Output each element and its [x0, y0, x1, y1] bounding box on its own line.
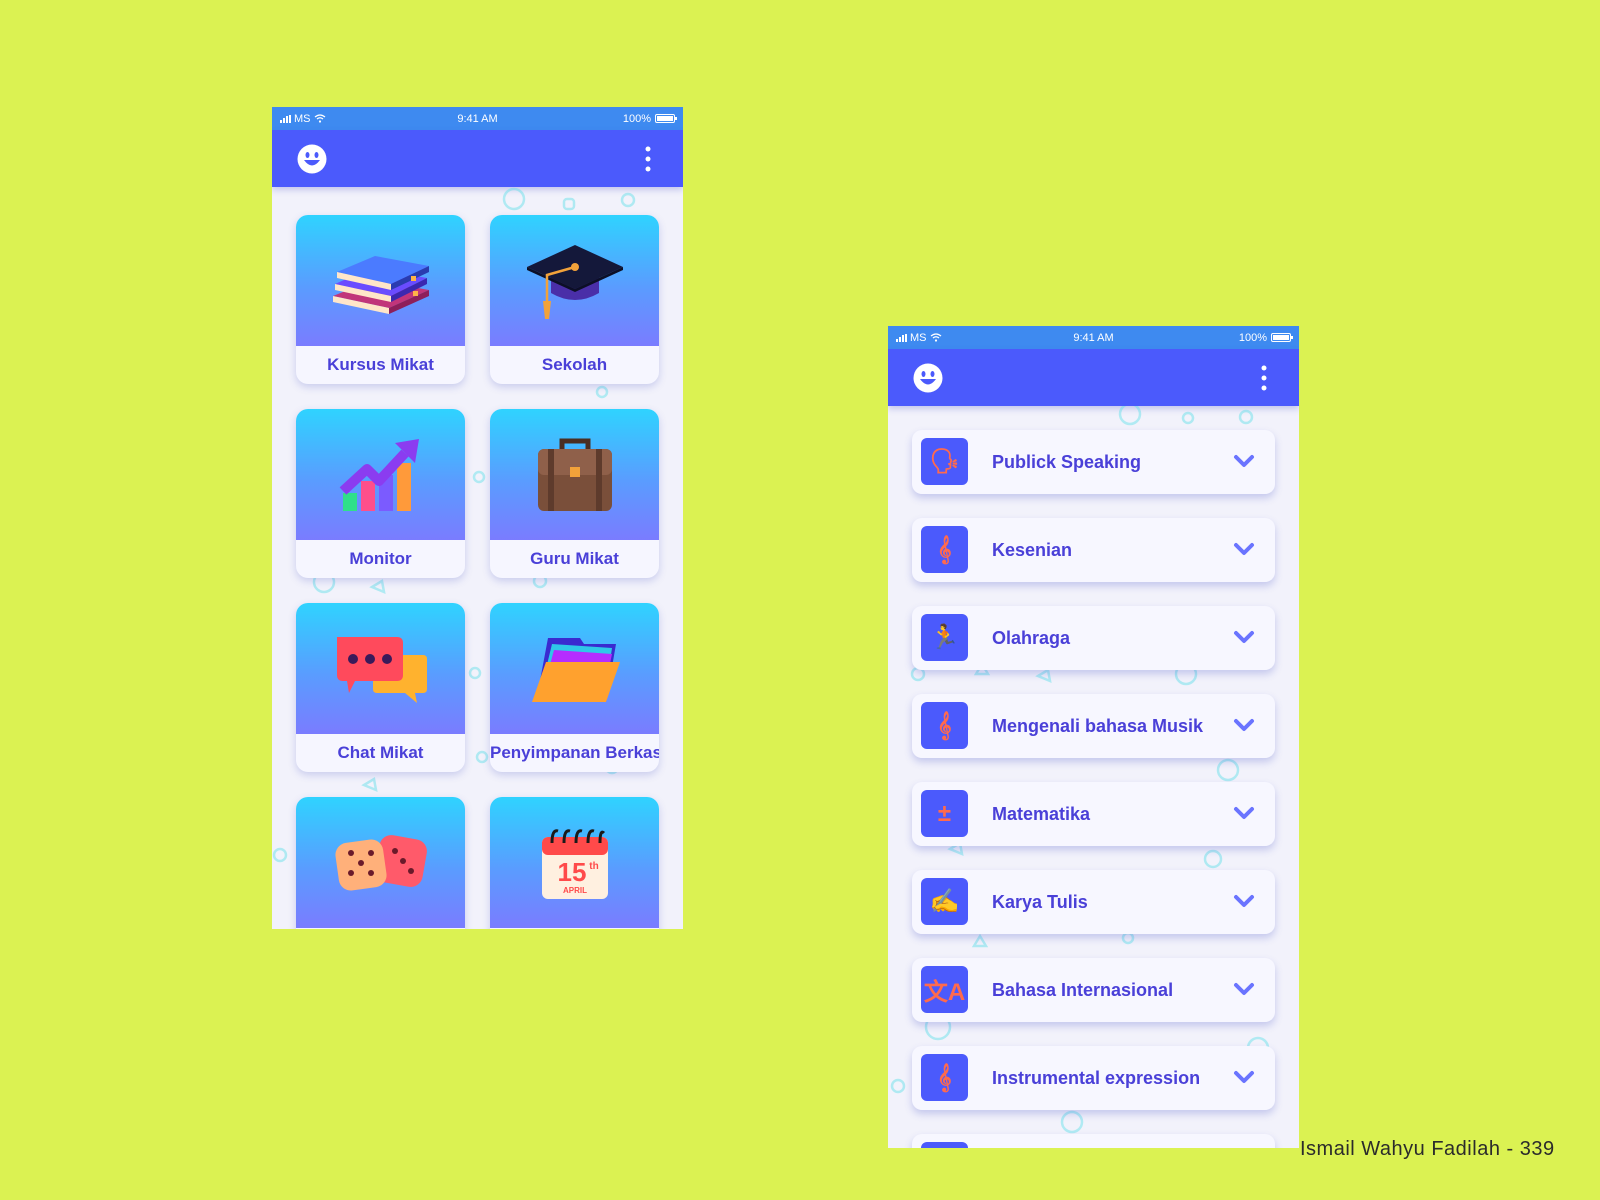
chevron-down-icon[interactable]: [1233, 894, 1255, 910]
menu-card-dice[interactable]: [296, 797, 465, 929]
menu-card-kursus-mikat[interactable]: Kursus Mikat: [296, 215, 465, 384]
category-row-mengenali-bahasa-musik[interactable]: 𝄞 Mengenali bahasa Musik: [912, 694, 1275, 758]
category-label: Olahraga: [992, 628, 1071, 648]
writing-hand-icon: ✍: [921, 878, 968, 925]
menu-card-penyimpanan-berkas[interactable]: Penyimpanan Berkas: [490, 603, 659, 772]
translate-icon: 文A: [921, 966, 968, 1013]
smiley-face-icon[interactable]: [913, 363, 943, 393]
books-icon: [332, 255, 429, 314]
category-row-kesenian[interactable]: 𝄞 Kesenian: [912, 518, 1275, 582]
treble-clef-icon: 𝄞: [921, 702, 968, 749]
clock: 9:41 AM: [457, 112, 498, 125]
chevron-down-icon[interactable]: [1233, 630, 1255, 646]
status-bar: MS 9:41 AM 100%: [272, 107, 683, 130]
calendar-day: 15: [557, 857, 586, 887]
menu-card-sekolah[interactable]: Sekolah: [490, 215, 659, 384]
math-operators-icon: ±: [921, 790, 968, 837]
category-icon: [921, 1142, 968, 1148]
carrier-label: MS: [294, 112, 311, 125]
carrier-label: MS: [910, 331, 927, 344]
chevron-down-icon[interactable]: [1233, 982, 1255, 998]
speaking-head-icon: 🗣: [921, 438, 968, 485]
category-label: Bahasa Internasional: [992, 980, 1174, 1000]
signal-icon: [280, 114, 291, 123]
menu-card-label: Chat Mikat: [337, 743, 424, 762]
chat-bubbles-icon: [336, 636, 427, 703]
menu-card-monitor[interactable]: Monitor: [296, 409, 465, 578]
designer-credit: Ismail Wahyu Fadilah - 339: [1300, 1138, 1555, 1160]
calendar-icon: 15 th APRIL: [541, 828, 608, 899]
app-bar: [888, 349, 1299, 406]
folder-icon: [531, 637, 620, 702]
category-label: Publick Speaking: [992, 452, 1142, 472]
battery-icon: [1271, 333, 1293, 342]
smiley-face-icon[interactable]: [297, 144, 327, 174]
more-vertical-icon[interactable]: [1261, 365, 1267, 391]
dice-icon: [334, 834, 427, 891]
category-row-matematika[interactable]: ± Matematika: [912, 782, 1275, 846]
category-row-partial[interactable]: [912, 1134, 1275, 1148]
category-label: Mengenali bahasa Musik: [992, 716, 1204, 736]
battery-percent: 100%: [622, 112, 651, 125]
category-label: Karya Tulis: [992, 892, 1088, 912]
graduation-cap-icon: [526, 244, 623, 319]
category-row-olahraga[interactable]: 🏃 Olahraga: [912, 606, 1275, 670]
status-bar: MS 9:41 AM 100%: [888, 326, 1299, 349]
menu-card-label: Sekolah: [541, 355, 608, 374]
category-label: Matematika: [992, 804, 1091, 824]
category-row-bahasa-internasional[interactable]: 文A Bahasa Internasional: [912, 958, 1275, 1022]
chevron-down-icon[interactable]: [1233, 806, 1255, 822]
calendar-month: APRIL: [563, 886, 587, 895]
chevron-down-icon[interactable]: [1233, 542, 1255, 558]
clock: 9:41 AM: [1073, 331, 1114, 344]
menu-card-label: Kursus Mikat: [327, 355, 434, 374]
category-row-karya-tulis[interactable]: ✍ Karya Tulis: [912, 870, 1275, 934]
chevron-down-icon[interactable]: [1233, 454, 1255, 470]
calendar-day-suffix: th: [589, 861, 598, 872]
category-label: Kesenian: [992, 540, 1073, 560]
growth-chart-icon: [339, 438, 419, 511]
briefcase-icon: [537, 438, 612, 511]
treble-clef-icon: 𝄞: [921, 526, 968, 573]
menu-card-label: Monitor: [349, 549, 412, 568]
category-label: Instrumental expression: [992, 1068, 1201, 1088]
menu-card-label: Guru Mikat: [530, 549, 619, 568]
menu-card-calendar[interactable]: 15 th APRIL: [490, 797, 659, 929]
app-bar: [272, 130, 683, 187]
category-row-instrumental-expression[interactable]: 𝄞 Instrumental expression: [912, 1046, 1275, 1110]
wifi-icon: [314, 114, 325, 123]
category-screen: MS 9:41 AM 100% 🗣 Publick Speaking 𝄞 Kes…: [888, 326, 1299, 1148]
menu-card-chat-mikat[interactable]: Chat Mikat: [296, 603, 465, 772]
battery-icon: [655, 114, 677, 123]
menu-card-guru-mikat[interactable]: Guru Mikat: [490, 409, 659, 578]
battery-percent: 100%: [1238, 331, 1267, 344]
chevron-down-icon[interactable]: [1233, 1070, 1255, 1086]
wifi-icon: [930, 333, 941, 342]
menu-card-label: Penyimpanan Berkas: [490, 743, 659, 762]
home-screen: MS 9:41 AM 100% Kursus Mikat Sekolah Mon…: [272, 107, 683, 929]
category-row-publick-speaking[interactable]: 🗣 Publick Speaking: [912, 430, 1275, 494]
chevron-down-icon[interactable]: [1233, 718, 1255, 734]
signal-icon: [896, 333, 907, 342]
more-vertical-icon[interactable]: [645, 146, 651, 172]
treble-clef-icon: 𝄞: [921, 1054, 968, 1101]
running-person-icon: 🏃: [921, 614, 968, 661]
